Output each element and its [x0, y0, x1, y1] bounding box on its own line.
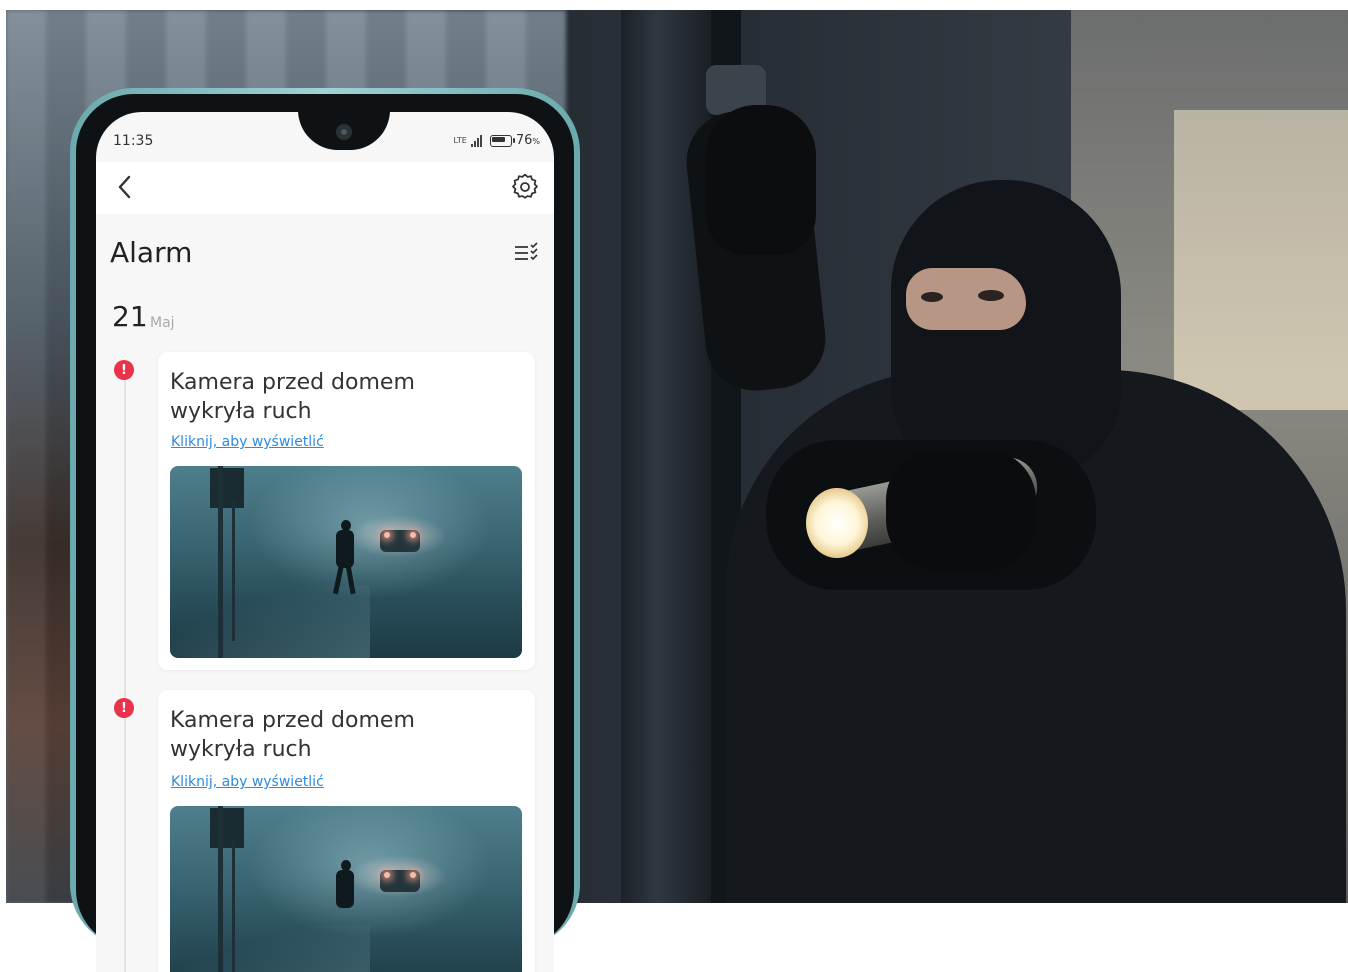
network-type: LTE — [453, 135, 467, 145]
phone-screen: 11:35 LTE 76% Alarm 21 Maj ! Kamera prze… — [96, 112, 554, 972]
snapshot-person-body — [336, 870, 354, 908]
battery-percent: 76% — [515, 133, 540, 148]
view-link[interactable]: Kliknij, aby wyświetlić — [171, 434, 324, 450]
snapshot-pole-thin — [232, 501, 235, 641]
snapshot-headlight — [410, 532, 416, 538]
page-title: Alarm — [110, 236, 193, 269]
status-indicators: LTE 76% — [454, 133, 540, 148]
snapshot-sign — [210, 468, 244, 508]
alert-icon: ! — [114, 360, 134, 380]
phone-mockup: 11:35 LTE 76% Alarm 21 Maj ! Kamera prze… — [70, 88, 580, 972]
front-camera — [336, 124, 352, 140]
camera-snapshot[interactable] — [170, 806, 522, 972]
snapshot-headlight — [384, 532, 390, 538]
burglar-balaclava — [891, 180, 1121, 480]
signal-icon — [470, 134, 482, 147]
burglar-glove-flashlight — [886, 450, 1036, 570]
snapshot-headlight — [384, 872, 390, 878]
snapshot-sign — [210, 808, 244, 848]
burglar-left-eye — [921, 292, 943, 302]
snapshot-pole-thin — [232, 841, 235, 972]
burglar-right-eye — [978, 290, 1004, 301]
battery-icon — [489, 134, 515, 147]
wall-light-patch — [1174, 110, 1348, 410]
timeline-line — [124, 380, 126, 972]
view-link[interactable]: Kliknij, aby wyświetlić — [171, 774, 324, 790]
snapshot-pole — [218, 466, 223, 658]
chevron-left-icon[interactable] — [114, 172, 136, 202]
alert-title: Kamera przed domem wykryła ruch — [170, 370, 415, 424]
alert-title: Kamera przed domem wykryła ruch — [170, 708, 415, 762]
alert-card[interactable]: Kamera przed domem wykryła ruch Kliknij,… — [158, 690, 535, 972]
burglar-raised-glove — [706, 105, 816, 255]
alert-icon: ! — [114, 698, 134, 718]
alert-card[interactable]: Kamera przed domem wykryła ruch Kliknij,… — [158, 352, 535, 670]
gear-icon[interactable] — [512, 174, 538, 200]
date-month: Maj — [150, 315, 175, 331]
list-check-icon[interactable] — [514, 242, 538, 264]
snapshot-person-body — [336, 530, 354, 568]
app-header — [96, 162, 554, 214]
date-day: 21 — [112, 300, 148, 333]
snapshot-sidewalk — [170, 926, 370, 972]
camera-snapshot[interactable] — [170, 466, 522, 658]
snapshot-sidewalk — [170, 586, 370, 658]
snapshot-pole — [218, 806, 223, 972]
status-time: 11:35 — [113, 133, 154, 149]
snapshot-headlight — [410, 872, 416, 878]
phone-bezel: 11:35 LTE 76% Alarm 21 Maj ! Kamera prze… — [76, 94, 574, 972]
flashlight-beam — [806, 488, 868, 558]
